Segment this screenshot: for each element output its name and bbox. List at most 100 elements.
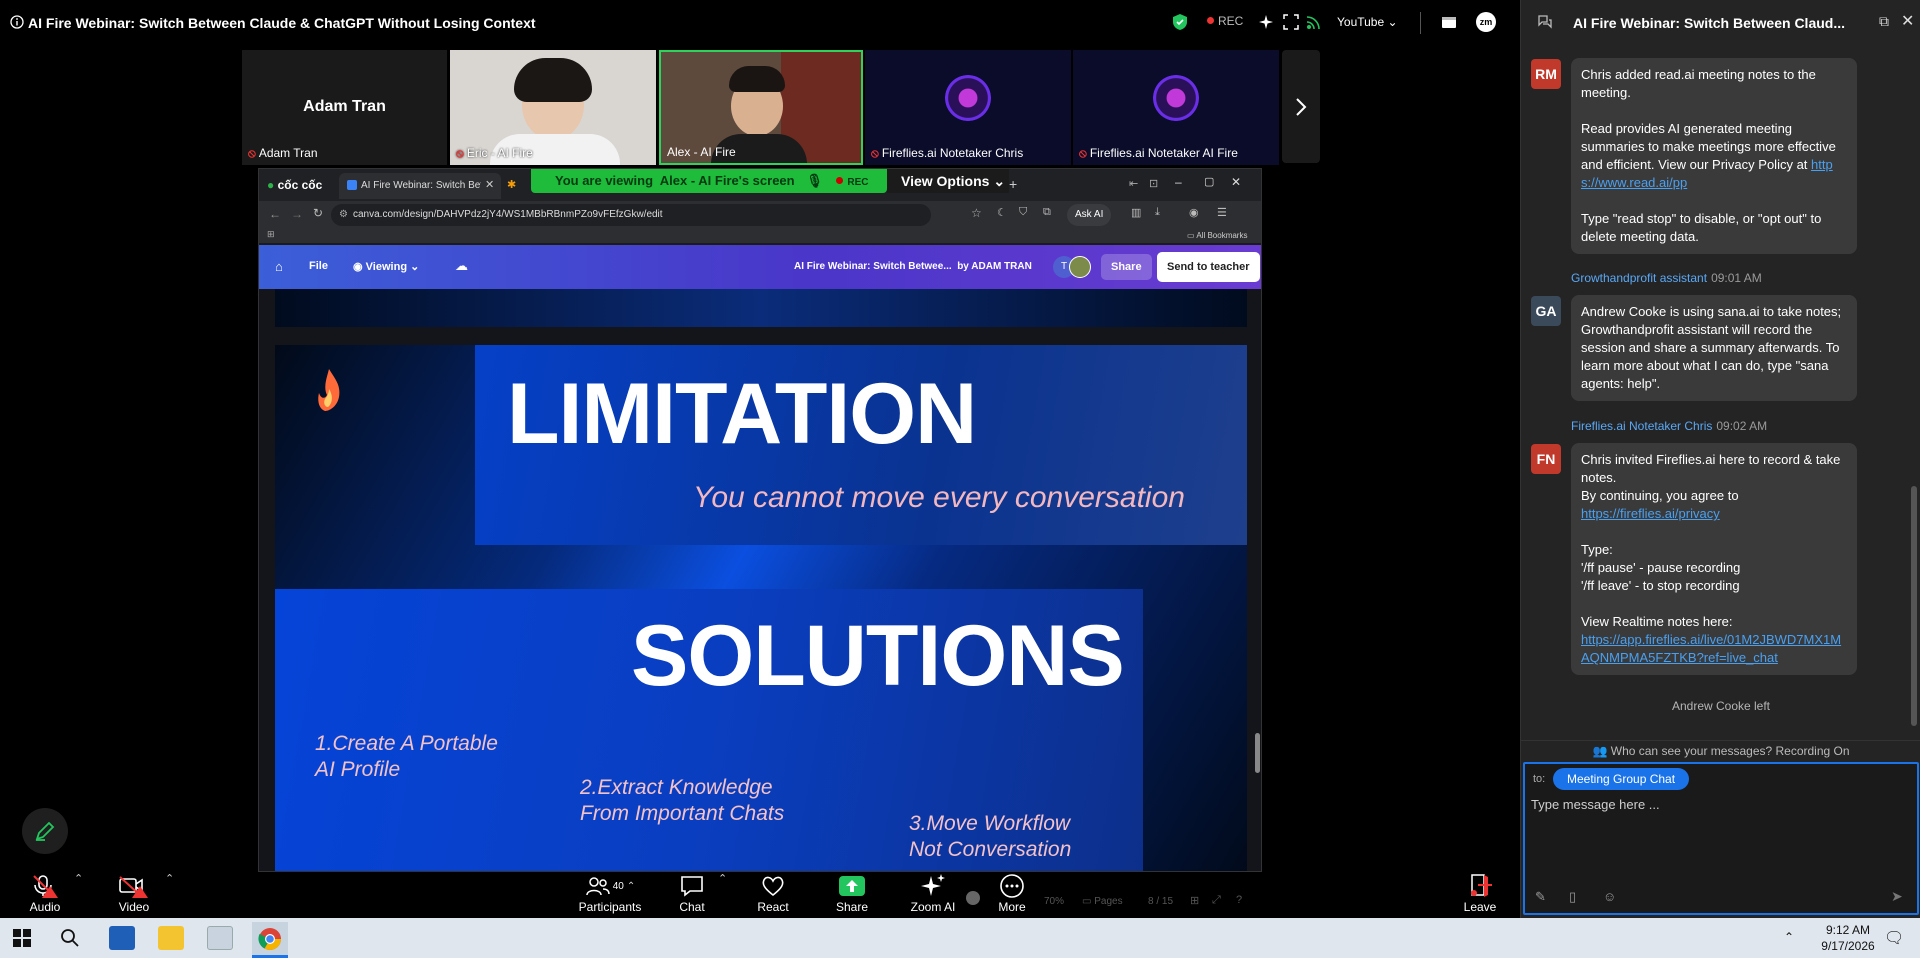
windows-start-icon[interactable] [12, 928, 32, 948]
file-menu[interactable]: File [309, 260, 328, 272]
share-screen-button[interactable]: Share [817, 872, 887, 914]
maximize-icon[interactable]: ▢ [1204, 175, 1214, 188]
participant-display-name: Adam Tran [303, 98, 386, 115]
minimize-icon[interactable]: – [1175, 175, 1182, 189]
profile-icon[interactable]: ◉ [1189, 206, 1199, 219]
search-icon[interactable] [60, 928, 80, 948]
view-options-button[interactable]: View Options ⌄ [887, 169, 1009, 193]
message-sender[interactable]: Fireflies.ai Notetaker Chris 09:02 AM [1571, 419, 1767, 433]
participants-button[interactable]: 40 ⌃ Participants [575, 872, 645, 914]
clock[interactable]: 9:12 AM 9/17/2026 [1816, 922, 1880, 954]
fireflies-live-notes-link[interactable]: https://app.fireflies.ai/live/01M2JBWD7M… [1581, 631, 1847, 667]
chat-title: AI Fire Webinar: Switch Between Claud... [1573, 15, 1846, 31]
notifications-icon[interactable]: 🗨 [1884, 928, 1904, 948]
recording-indicator[interactable]: REC [1207, 14, 1243, 28]
share-button[interactable]: Share [1101, 254, 1152, 280]
cloud-sync-icon[interactable]: ☁ [455, 258, 468, 274]
forward-icon[interactable]: → [291, 207, 303, 221]
participant-tile-fireflies-aifire[interactable]: ⦸ Fireflies.ai Notetaker AI Fire [1073, 50, 1279, 165]
send-to-teacher-button[interactable]: Send to teacher [1157, 252, 1260, 282]
slide-scrollbar[interactable] [1255, 733, 1260, 773]
message-visibility-notice[interactable]: 👥 Who can see your messages? Recording O… [1521, 740, 1920, 760]
video-button[interactable]: Video [99, 872, 169, 914]
chat-popout-icon[interactable] [1537, 14, 1553, 30]
avatar[interactable]: FN [1531, 444, 1561, 474]
help-icon[interactable]: ? [1236, 894, 1242, 906]
zoom-ai-button[interactable]: Zoom AI [898, 872, 968, 914]
close-window-icon[interactable]: ✕ [1231, 175, 1241, 189]
annotate-pen-button[interactable] [22, 808, 68, 854]
live-stream-icon[interactable] [1306, 14, 1322, 30]
viewing-screen-banner: You are viewing Alex - AI Fire's screen … [531, 169, 887, 193]
system-tray-chevron-icon[interactable]: ⌃ [1784, 930, 1794, 944]
back-icon[interactable]: ← [269, 207, 281, 221]
muted-mic-icon: ⦸ [871, 146, 879, 160]
more-button[interactable]: More [977, 872, 1047, 914]
bookmark-star-icon[interactable]: ☆ [971, 206, 982, 220]
participant-tile-alex-active[interactable]: Alex - AI Fire [659, 50, 863, 165]
info-icon[interactable] [10, 15, 24, 29]
zoom-account-icon[interactable]: zm [1476, 12, 1496, 32]
video-options-chevron-icon[interactable]: ⌃ [165, 872, 174, 885]
extensions-icon[interactable]: ⧉ [1043, 206, 1051, 219]
chat-options-chevron-icon[interactable]: ⌃ [718, 872, 727, 885]
grid-view-icon[interactable]: ⊞ [1190, 894, 1199, 907]
url-field[interactable]: ⚙ canva.com/design/DAHVPdz2jY4/WS1MBbRBn… [331, 204, 931, 226]
apps-icon[interactable] [1441, 14, 1457, 30]
next-participants-button[interactable] [1282, 50, 1320, 163]
viewing-mode-dropdown[interactable]: ◉ Viewing ⌄ [353, 260, 419, 273]
chat-scrollbar[interactable] [1911, 486, 1917, 726]
close-chat-icon[interactable]: ✕ [1901, 11, 1914, 31]
chat-message-input[interactable] [1529, 792, 1909, 816]
document-title[interactable]: AI Fire Webinar: Switch Betwee... by ADA… [794, 261, 1032, 272]
download-icon[interactable]: ⤓ [1155, 206, 1160, 219]
message-sender[interactable]: Growthandprofit assistant 09:01 AM [1571, 271, 1762, 285]
chat-button[interactable]: Chat [657, 872, 727, 914]
youtube-dropdown[interactable]: YouTube ⌄ [1337, 15, 1398, 29]
shared-screen[interactable]: ● cốc cốc AI Fire Webinar: Switch Betw ✕… [258, 168, 1262, 872]
sparkle-icon[interactable] [1258, 14, 1274, 30]
menu-icon[interactable]: ☰ [1217, 206, 1227, 219]
emoji-icon[interactable]: ☺ [1603, 889, 1616, 904]
all-bookmarks-link[interactable]: ▭ All Bookmarks [1187, 231, 1247, 240]
app-icon[interactable] [207, 926, 233, 950]
canva-pages-button[interactable]: ▭ Pages [1082, 896, 1123, 907]
slide-canvas[interactable]: LIMITATION You cannot move every convers… [259, 289, 1261, 871]
tab-icon[interactable]: ✱ [507, 178, 517, 191]
screenshot-icon[interactable]: ⇤ [1129, 177, 1138, 190]
collaborator-avatar[interactable] [1069, 256, 1091, 278]
send-icon[interactable]: ➤ [1891, 888, 1903, 905]
open-external-icon[interactable]: ⧉ [1879, 13, 1889, 30]
participant-tile-adam[interactable]: Adam Tran ⦸ Adam Tran [242, 50, 447, 165]
close-tab-icon[interactable]: ✕ [485, 178, 494, 191]
shield-extension-icon[interactable]: ⛉ [1019, 206, 1027, 219]
audio-button[interactable]: Audio [10, 872, 80, 914]
file-explorer-icon[interactable] [158, 926, 184, 950]
fullscreen-icon[interactable] [1283, 14, 1299, 30]
avatar[interactable]: RM [1531, 59, 1561, 89]
new-tab-icon[interactable]: + [1009, 176, 1017, 192]
participant-tile-eric[interactable]: ⦸ Eric - AI Fire [450, 50, 656, 165]
avatar[interactable]: GA [1531, 296, 1561, 326]
format-text-icon[interactable]: ✎ [1535, 889, 1546, 905]
audio-options-chevron-icon[interactable]: ⌃ [74, 872, 83, 885]
expand-icon[interactable]: ⤢ [1212, 894, 1221, 907]
shield-icon[interactable] [1172, 13, 1188, 31]
browser-tab[interactable]: AI Fire Webinar: Switch Betw ✕ [339, 173, 501, 199]
camera-icon[interactable]: ⊡ [1149, 177, 1158, 190]
participant-tile-fireflies-chris[interactable]: ⦸ Fireflies.ai Notetaker Chris [865, 50, 1071, 165]
muted-mic-icon: ⦸ [248, 146, 256, 160]
attach-file-icon[interactable]: ▯ [1569, 889, 1576, 905]
recipient-selector[interactable]: Meeting Group Chat [1553, 768, 1690, 790]
apps-grid-icon[interactable]: ⊞ [267, 229, 275, 240]
react-button[interactable]: React [738, 872, 808, 914]
home-icon[interactable]: ⌂ [275, 259, 283, 274]
reading-mode-icon[interactable]: ▥ [1131, 206, 1141, 219]
store-icon[interactable] [109, 926, 135, 950]
chrome-taskbar-active[interactable] [252, 922, 288, 958]
reload-icon[interactable]: ↻ [313, 206, 323, 220]
ask-ai-button[interactable]: Ask AI [1067, 204, 1112, 226]
leave-button[interactable]: Leave [1445, 872, 1515, 914]
fireflies-privacy-link[interactable]: https://fireflies.ai/privacy [1581, 505, 1847, 523]
dark-mode-icon[interactable]: ☾ [997, 206, 1007, 219]
